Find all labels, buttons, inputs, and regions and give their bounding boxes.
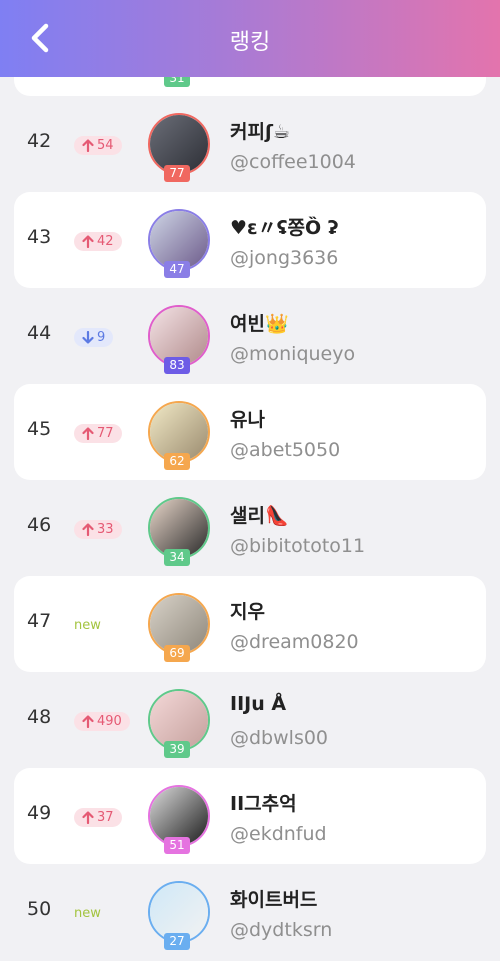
user-handle: @moniqueyo <box>230 343 356 365</box>
ranking-row[interactable]: 44 9 83 여빈👑 @moniqueyo <box>14 288 486 384</box>
arrow-up-icon <box>82 811 94 824</box>
rank-change-value: 54 <box>97 138 114 153</box>
level-badge: 77 <box>164 165 190 182</box>
user-handle: @bibitototo11 <box>230 535 366 557</box>
rank-change-badge: 37 <box>74 808 122 827</box>
rank-change-value: new <box>74 618 101 633</box>
rank-change-value: 490 <box>97 714 122 729</box>
user-name: 여빈👑 <box>230 313 289 335</box>
level-badge: 47 <box>164 261 190 278</box>
rank-number: 47 <box>27 610 52 632</box>
user-name: ꓲꓲJu Å <box>230 693 287 715</box>
ranking-row[interactable]: 50 new 27 화이트버드 @dydtksrn <box>14 864 486 960</box>
user-handle: @ekdnfud <box>230 823 327 845</box>
rank-change-value: new <box>74 906 101 921</box>
arrow-down-icon <box>82 331 94 344</box>
arrow-up-icon <box>82 715 94 728</box>
level-badge: 39 <box>164 741 190 758</box>
user-name: 샐리👠 <box>230 505 289 527</box>
user-name: ♥ɛ〃ʢ쫑Ȍ ʡ <box>230 217 339 239</box>
rank-change-badge: 54 <box>74 136 122 155</box>
ranking-row[interactable]: 42 54 77 커피ʃ☕ @coffee1004 <box>14 96 486 192</box>
rank-change-value: 33 <box>97 522 114 537</box>
rank-number: 48 <box>27 706 52 728</box>
level-badge: 62 <box>164 453 190 470</box>
rank-change-value: 42 <box>97 234 114 249</box>
rank-change-value: 9 <box>97 330 106 345</box>
ranking-row[interactable]: 43 42 47 ♥ɛ〃ʢ쫑Ȍ ʡ @jong3636 <box>14 192 486 288</box>
user-name: 지우 <box>230 601 265 623</box>
ranking-row[interactable]: 46 33 34 샐리👠 @bibitototo11 <box>14 480 486 576</box>
rank-change-badge: new <box>74 904 101 923</box>
arrow-up-icon <box>82 427 94 440</box>
rank-change-badge: 33 <box>74 520 122 539</box>
ranking-row[interactable]: 47 new 69 지우 @dream0820 <box>14 576 486 672</box>
level-badge: 27 <box>164 933 190 950</box>
rank-number: 45 <box>27 418 52 440</box>
rank-change-value: 77 <box>97 426 114 441</box>
rank-number: 50 <box>27 898 52 920</box>
rank-change-badge: new <box>74 616 101 635</box>
user-handle: @dbwls00 <box>230 727 329 749</box>
rank-number: 43 <box>27 226 52 248</box>
rank-change-badge: 77 <box>74 424 122 443</box>
user-handle: @jong3636 <box>230 247 339 269</box>
rank-change-badge: 490 <box>74 712 130 731</box>
ranking-row[interactable]: 48 490 39 ꓲꓲJu Å @dbwls00 <box>14 672 486 768</box>
user-name: 커피ʃ☕ <box>230 121 290 143</box>
user-handle: @abet5050 <box>230 439 341 461</box>
rank-number: 49 <box>27 802 52 824</box>
ranking-row[interactable]: 45 77 62 유나 @abet5050 <box>14 384 486 480</box>
level-badge: 83 <box>164 357 190 374</box>
user-name: 화이트버드 <box>230 889 318 911</box>
user-name: ꓲꓲ그추억 <box>230 793 297 815</box>
page-title: 랭킹 <box>229 30 271 55</box>
rank-number: 46 <box>27 514 52 536</box>
level-badge: 34 <box>164 549 190 566</box>
arrow-up-icon <box>82 523 94 536</box>
user-handle: @dydtksrn <box>230 919 333 941</box>
rank-change-badge: 42 <box>74 232 122 251</box>
ranking-list: 31 42 54 77 커피ʃ☕ @coffee1004 43 42 47 ♥ɛ〃ʢ쫑Ȍ ʡ @j… <box>0 0 500 961</box>
arrow-up-icon <box>82 139 94 152</box>
user-handle: @dream0820 <box>230 631 359 653</box>
rank-change-value: 37 <box>97 810 114 825</box>
level-badge: 69 <box>164 645 190 662</box>
arrow-up-icon <box>82 235 94 248</box>
user-handle: @coffee1004 <box>230 151 356 173</box>
user-name: 유나 <box>230 409 265 431</box>
rank-number: 42 <box>27 130 52 152</box>
app-header: 랭킹 <box>0 0 500 77</box>
ranking-row[interactable]: 49 37 51 ꓲꓲ그추억 @ekdnfud <box>14 768 486 864</box>
rank-change-badge: 9 <box>74 328 114 347</box>
level-badge: 51 <box>164 837 190 854</box>
rank-number: 44 <box>27 322 52 344</box>
